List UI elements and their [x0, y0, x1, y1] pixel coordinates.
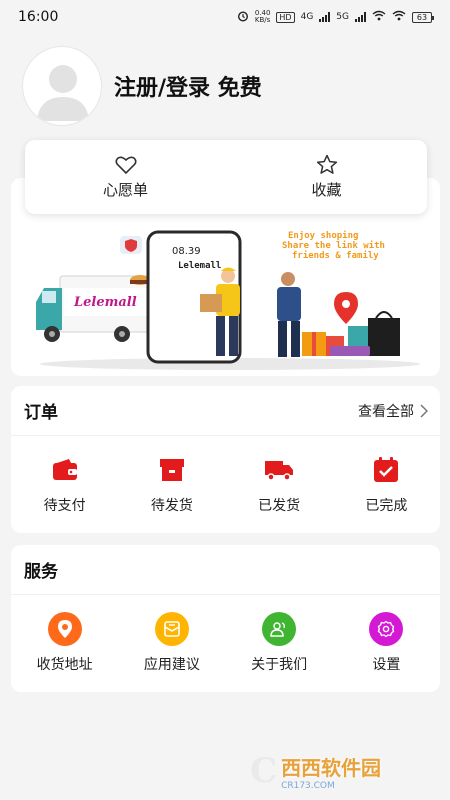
check-box-icon	[369, 453, 403, 487]
gear-icon	[369, 612, 404, 646]
wishlist-label: 心愿单	[102, 180, 148, 199]
watermark-sub: CR173.COM	[281, 780, 335, 791]
banner-line-3: friends & family	[292, 250, 379, 261]
promo-banner[interactable]: Lelemall 08.39 Lelemall Enjoy shoping Sh…	[30, 224, 422, 374]
battery-icon: 63	[412, 11, 434, 23]
login-register-link[interactable]: 注册/登录 免费	[114, 70, 262, 102]
order-completed[interactable]: 已完成	[333, 453, 440, 515]
truck-icon	[262, 453, 296, 487]
net-speed: 0.40 KB/s	[255, 10, 271, 24]
view-all-label: 查看全部	[358, 403, 414, 420]
services-header: 服务	[11, 545, 440, 595]
people-icon	[262, 612, 297, 646]
alarm-icon	[237, 10, 249, 25]
heart-icon	[114, 156, 137, 174]
service-settings[interactable]: 设置	[333, 612, 440, 674]
signal-5g-label: 5G	[336, 12, 349, 22]
wallet-icon	[48, 453, 82, 487]
phone-time: 08.39	[172, 246, 201, 257]
chevron-right-icon	[420, 403, 428, 418]
order-shipped[interactable]: 已发货	[226, 453, 333, 515]
status-icons: 0.40 KB/s HD 4G 5G 63	[237, 10, 434, 25]
package-icon	[155, 453, 189, 487]
order-pending-shipment[interactable]: 待发货	[118, 453, 225, 515]
orders-card: 订单 查看全部 待支付 待发货 已发货 已完成	[11, 386, 440, 533]
net-speed-unit: KB/s	[254, 16, 271, 24]
banner-line-2: Share the link with	[282, 240, 385, 251]
status-time: 16:00	[18, 9, 59, 25]
status-bar: 16:00 0.40 KB/s HD 4G 5G 63	[0, 0, 450, 34]
signal-4g-label: 4G	[300, 12, 314, 22]
avatar[interactable]	[22, 46, 102, 126]
banner-line-1: Enjoy shoping	[288, 230, 358, 241]
collect-button[interactable]: 收藏	[226, 140, 427, 214]
service-item-label: 收货地址	[36, 657, 93, 673]
order-item-label: 待发货	[150, 498, 193, 514]
wifi-icon-2	[392, 10, 406, 24]
service-item-label: 关于我们	[251, 657, 308, 673]
service-item-label: 应用建议	[143, 657, 200, 673]
watermark-text: 西西软件园	[281, 755, 382, 780]
wifi-icon	[372, 10, 386, 24]
favorites-card: 心愿单 收藏	[25, 140, 427, 214]
hd-badge: HD	[276, 11, 295, 23]
services-title: 服务	[24, 562, 58, 582]
watermark-letter: C	[250, 751, 278, 791]
signal-5g-bars-icon	[355, 12, 366, 22]
phone-brand: Lelemall	[178, 261, 221, 271]
truck-brand: Lelemall	[73, 295, 137, 310]
signal-4g-bars-icon	[319, 12, 331, 22]
wishlist-button[interactable]: 心愿单	[25, 140, 226, 214]
services-grid: 收货地址 应用建议 关于我们 设置	[11, 595, 440, 691]
location-icon	[47, 612, 82, 646]
feedback-icon	[154, 612, 189, 646]
orders-title: 订单	[24, 403, 58, 423]
view-all-orders-link[interactable]: 查看全部	[358, 401, 428, 421]
service-feedback[interactable]: 应用建议	[118, 612, 225, 674]
watermark-logo: C 西西软件园 CR173.COM	[250, 748, 432, 794]
order-pending-payment[interactable]: 待支付	[11, 453, 118, 515]
orders-grid: 待支付 待发货 已发货 已完成	[11, 436, 440, 532]
order-item-label: 待支付	[43, 498, 86, 514]
service-item-label: 设置	[372, 657, 401, 673]
star-icon	[316, 154, 337, 174]
service-address[interactable]: 收货地址	[11, 612, 118, 674]
order-item-label: 已完成	[365, 498, 408, 514]
order-item-label: 已发货	[258, 498, 301, 514]
service-about[interactable]: 关于我们	[226, 612, 333, 674]
default-avatar-icon	[37, 65, 89, 121]
profile-header[interactable]: 注册/登录 免费	[22, 46, 262, 126]
services-card: 服务 收货地址 应用建议 关于我们 设置	[11, 545, 440, 692]
collect-label: 收藏	[311, 181, 342, 199]
orders-header: 订单 查看全部	[11, 386, 440, 436]
